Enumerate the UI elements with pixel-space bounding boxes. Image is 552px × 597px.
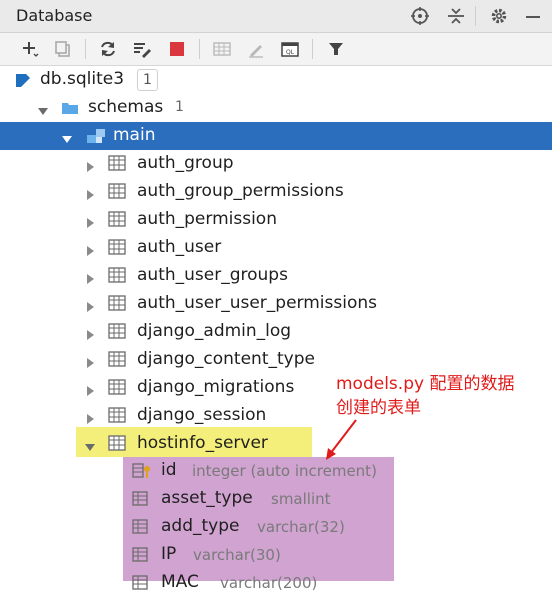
collapsed-arrow-icon[interactable] bbox=[84, 354, 96, 368]
table-node[interactable]: auth_permission bbox=[0, 206, 552, 234]
column-icon bbox=[132, 518, 152, 536]
table-name: auth_group_permissions bbox=[137, 181, 344, 201]
table-name: auth_group bbox=[137, 153, 234, 173]
tree-node-schemas[interactable]: schemas 1 bbox=[0, 94, 552, 122]
pencil-icon[interactable] bbox=[246, 39, 266, 59]
column-type: smallint bbox=[271, 490, 331, 508]
filter-icon[interactable] bbox=[326, 39, 346, 59]
svg-text:QL: QL bbox=[286, 49, 295, 56]
table-icon bbox=[108, 323, 126, 341]
column-type: varchar(32) bbox=[257, 518, 345, 536]
toolbar-separator bbox=[85, 39, 86, 59]
column-icon bbox=[132, 574, 152, 592]
table-name: auth_user bbox=[137, 237, 222, 257]
target-icon[interactable] bbox=[410, 6, 430, 26]
annotation-line-2: 创建的表单 bbox=[336, 398, 421, 418]
collapsed-arrow-icon[interactable] bbox=[84, 158, 96, 172]
annotation-arrow-icon bbox=[326, 419, 357, 460]
copy-icon[interactable] bbox=[53, 39, 73, 59]
table-node[interactable]: auth_user_user_permissions bbox=[0, 290, 552, 318]
collapsed-arrow-icon[interactable] bbox=[84, 382, 96, 396]
table-name: auth_user_user_permissions bbox=[137, 293, 377, 313]
table-name: auth_permission bbox=[137, 209, 277, 229]
tree-node-label: main bbox=[113, 125, 156, 145]
panel-title: Database bbox=[16, 6, 93, 25]
collapse-all-icon[interactable] bbox=[446, 6, 466, 26]
table-name: django_content_type bbox=[137, 349, 315, 369]
table-icon bbox=[108, 407, 126, 425]
expanded-arrow-icon[interactable] bbox=[61, 130, 73, 143]
table-icon bbox=[108, 379, 126, 397]
table-name: django_migrations bbox=[137, 377, 295, 397]
database-tree: db.sqlite3 1 schemas 1 main auth_groupau… bbox=[0, 66, 552, 592]
column-icon bbox=[132, 490, 152, 508]
table-node[interactable]: django_admin_log bbox=[0, 318, 552, 346]
table-icon bbox=[108, 155, 126, 173]
table-node[interactable]: django_session bbox=[0, 402, 552, 430]
toolbar-separator bbox=[199, 39, 200, 59]
table-name: django_session bbox=[137, 405, 267, 425]
add-icon[interactable] bbox=[20, 39, 40, 59]
toolbar-separator bbox=[312, 39, 313, 59]
annotation-line-1: models.py 配置的数据 bbox=[336, 374, 515, 394]
collapsed-arrow-icon[interactable] bbox=[84, 186, 96, 200]
column-name: asset_type bbox=[161, 488, 253, 508]
table-node[interactable]: auth_user_groups bbox=[0, 262, 552, 290]
column-name: id bbox=[161, 460, 177, 480]
table-icon bbox=[108, 239, 126, 257]
column-name: IP bbox=[161, 544, 177, 564]
gear-icon[interactable] bbox=[489, 6, 509, 26]
expanded-arrow-icon[interactable] bbox=[37, 102, 49, 115]
tree-node-root[interactable]: db.sqlite3 1 bbox=[0, 66, 552, 94]
table-name: hostinfo_server bbox=[137, 433, 268, 453]
table-node[interactable]: auth_group_permissions bbox=[0, 178, 552, 206]
table-view-icon[interactable] bbox=[212, 39, 232, 59]
table-node[interactable]: hostinfo_server bbox=[0, 430, 552, 458]
collapsed-arrow-icon[interactable] bbox=[84, 214, 96, 228]
collapsed-arrow-icon[interactable] bbox=[84, 410, 96, 424]
refresh-icon[interactable] bbox=[98, 39, 118, 59]
table-node[interactable]: auth_group bbox=[0, 150, 552, 178]
table-name: django_admin_log bbox=[137, 321, 292, 341]
minimize-icon[interactable] bbox=[523, 6, 543, 26]
table-icon bbox=[108, 211, 126, 229]
edit-settings-icon[interactable] bbox=[132, 39, 152, 59]
node-badge: 1 bbox=[137, 69, 158, 91]
primary-key-column-icon bbox=[132, 462, 152, 480]
header-separator bbox=[475, 6, 476, 26]
table-icon bbox=[108, 351, 126, 369]
tree-node-main[interactable]: main bbox=[0, 122, 552, 150]
folder-icon bbox=[61, 99, 79, 117]
schema-icon bbox=[86, 127, 105, 145]
table-icon bbox=[108, 267, 126, 285]
collapsed-arrow-icon[interactable] bbox=[84, 298, 96, 312]
collapsed-arrow-icon[interactable] bbox=[84, 270, 96, 284]
column-type: varchar(200) bbox=[220, 574, 318, 592]
stop-icon[interactable] bbox=[167, 39, 187, 59]
tree-node-label: schemas bbox=[88, 97, 164, 117]
database-toolbar: QL bbox=[0, 33, 552, 66]
table-name: auth_user_groups bbox=[137, 265, 288, 285]
node-count: 1 bbox=[175, 99, 184, 115]
collapsed-arrow-icon[interactable] bbox=[84, 242, 96, 256]
table-icon bbox=[108, 435, 126, 453]
column-name: add_type bbox=[161, 516, 240, 536]
table-node[interactable]: auth_user bbox=[0, 234, 552, 262]
column-type: varchar(30) bbox=[193, 546, 281, 564]
column-name: MAC bbox=[161, 572, 199, 592]
column-icon bbox=[132, 546, 152, 564]
sqlite-icon bbox=[14, 71, 32, 89]
sql-console-icon[interactable]: QL bbox=[280, 39, 300, 59]
expanded-arrow-icon[interactable] bbox=[84, 438, 96, 451]
tree-node-label: db.sqlite3 bbox=[40, 69, 125, 89]
table-icon bbox=[108, 295, 126, 313]
table-icon bbox=[108, 183, 126, 201]
tool-window-header: Database bbox=[0, 0, 552, 33]
collapsed-arrow-icon[interactable] bbox=[84, 326, 96, 340]
